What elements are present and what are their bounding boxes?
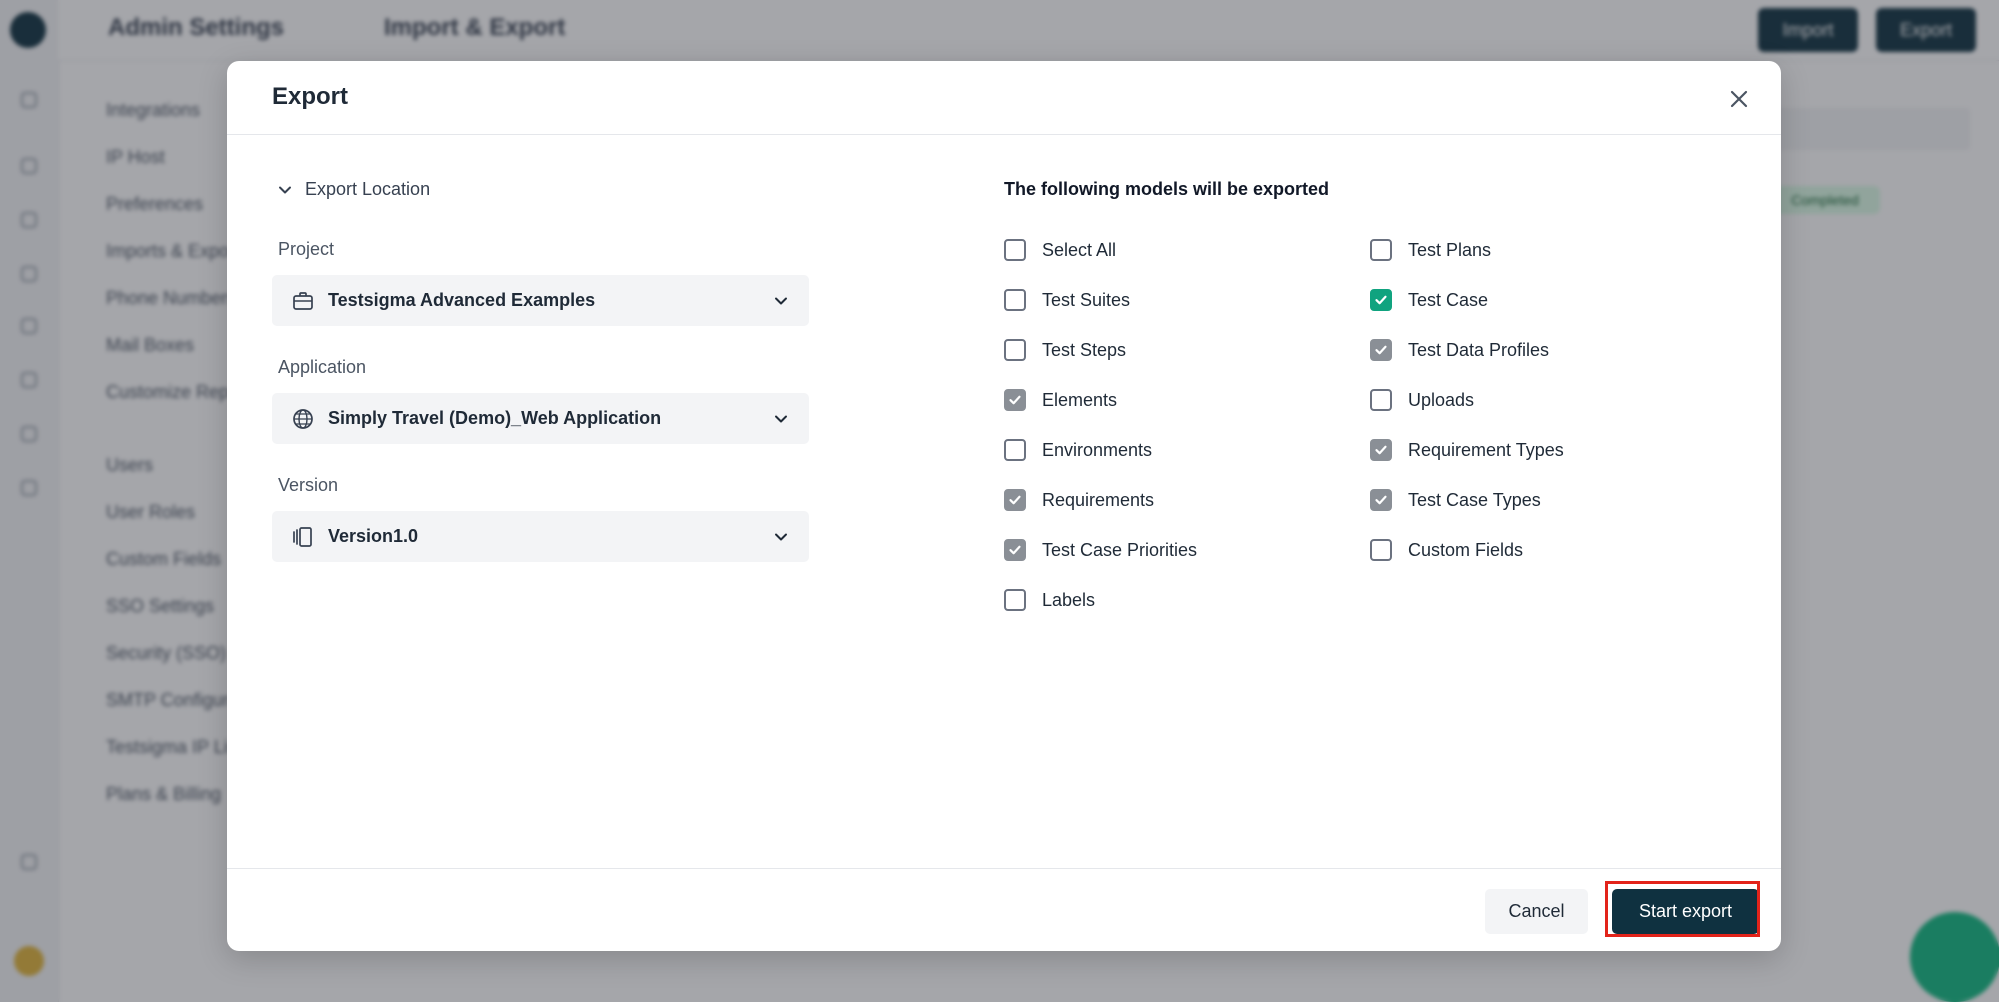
checkbox-label: Test Data Profiles [1408,339,1550,360]
checkbox-box[interactable] [1004,389,1026,411]
check-icon [1009,495,1021,505]
checkbox-box[interactable] [1370,489,1392,511]
checkbox-requirements[interactable]: Requirements [1004,489,1154,511]
globe-icon [290,406,316,432]
checkbox-test-steps[interactable]: Test Steps [1004,339,1126,361]
close-icon[interactable] [1727,87,1751,111]
checkbox-test-case-priorities[interactable]: Test Case Priorities [1004,539,1197,561]
checkbox-label: Test Case [1408,289,1489,310]
check-icon [1375,295,1387,305]
models-heading: The following models will be exported [1004,179,1330,199]
checkbox-label: Test Steps [1042,339,1127,360]
export-location-label: Export Location [305,179,431,199]
checkbox-box[interactable] [1370,339,1392,361]
project-value: Testsigma Advanced Examples [328,290,596,310]
checkbox-label: Requirement Types [1408,439,1564,460]
checkbox-label: Elements [1042,389,1118,410]
chevron-down-icon [775,533,787,540]
version-value: Version1.0 [328,526,419,546]
modal-header: Export [227,61,1781,135]
checkbox-label: Requirements [1042,489,1155,510]
checkbox-box[interactable] [1004,239,1026,261]
check-icon [1375,445,1387,455]
checkbox-box[interactable] [1004,289,1026,311]
checkbox-test-plans[interactable]: Test Plans [1370,239,1491,261]
version-label: Version [278,475,339,495]
checkbox-label: Environments [1042,439,1153,460]
checkbox-label: Test Case Priorities [1042,539,1198,560]
modal-title: Export [272,83,349,110]
versions-icon [290,524,316,550]
checkbox-elements[interactable]: Elements [1004,389,1117,411]
modal-body: Export Location Project Testsigma Advanc… [227,135,1781,868]
checkbox-label: Test Case Types [1408,489,1541,510]
export-location-toggle[interactable]: Export Location [277,179,430,200]
checkbox-test-case[interactable]: Test Case [1370,289,1488,311]
checkbox-requirement-types[interactable]: Requirement Types [1370,439,1564,461]
checkbox-label: Test Plans [1408,239,1492,260]
checkbox-box[interactable] [1370,289,1392,311]
application-value: Simply Travel (Demo)_Web Application [328,408,662,428]
briefcase-icon [290,288,316,314]
checkbox-select-all[interactable]: Select All [1004,239,1116,261]
modal-footer: Cancel Start export [227,868,1781,951]
application-label: Application [278,357,367,377]
application-select[interactable]: Simply Travel (Demo)_Web Application [272,393,809,444]
cancel-button[interactable]: Cancel [1485,889,1588,934]
chevron-down-icon [775,415,787,422]
checkbox-labels[interactable]: Labels [1004,589,1095,611]
check-icon [1009,395,1021,405]
checkbox-box[interactable] [1370,239,1392,261]
checkbox-box[interactable] [1370,539,1392,561]
check-icon [1375,345,1387,355]
checkbox-box[interactable] [1004,489,1026,511]
export-modal: Export Export Location Project Testsigma… [227,61,1781,951]
checkbox-box[interactable] [1004,589,1026,611]
checkbox-label: Labels [1042,589,1096,610]
checkbox-box[interactable] [1370,389,1392,411]
check-icon [1375,495,1387,505]
checkbox-label: Uploads [1408,389,1475,410]
project-select[interactable]: Testsigma Advanced Examples [272,275,809,326]
checkbox-test-data-profiles[interactable]: Test Data Profiles [1370,339,1549,361]
check-icon [1009,545,1021,555]
checkbox-test-suites[interactable]: Test Suites [1004,289,1130,311]
checkbox-box[interactable] [1004,339,1026,361]
checkbox-custom-fields[interactable]: Custom Fields [1370,539,1523,561]
checkbox-box[interactable] [1370,439,1392,461]
checkbox-environments[interactable]: Environments [1004,439,1152,461]
checkbox-box[interactable] [1004,539,1026,561]
checkbox-test-case-types[interactable]: Test Case Types [1370,489,1541,511]
start-export-button[interactable]: Start export [1612,889,1759,934]
version-select[interactable]: Version1.0 [272,511,809,562]
project-label: Project [278,239,335,259]
chevron-down-icon [279,186,291,193]
checkbox-label: Custom Fields [1408,539,1524,560]
checkbox-label: Select All [1042,239,1117,260]
checkbox-label: Test Suites [1042,289,1131,310]
checkbox-uploads[interactable]: Uploads [1370,389,1474,411]
checkbox-box[interactable] [1004,439,1026,461]
chevron-down-icon [775,297,787,304]
